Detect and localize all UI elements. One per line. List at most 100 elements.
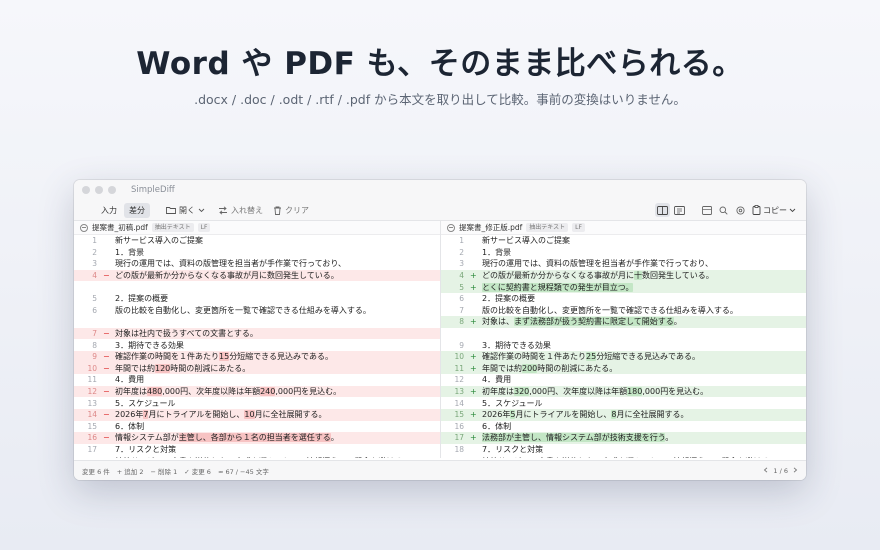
line-number: 1 xyxy=(92,236,97,246)
text-segment: 。 xyxy=(673,317,682,327)
diff-line: 3 現行の運用では、資料の版管理を担当者が手作業で行っており、 xyxy=(74,258,440,270)
text-segment: 確認作業の時間を１件あたり xyxy=(482,352,586,362)
text-segment: 情報システム部が xyxy=(115,433,179,443)
zoom-window-button[interactable] xyxy=(108,186,116,194)
diff-marker: + xyxy=(470,433,477,443)
mode-input-tab[interactable]: 入力 xyxy=(96,203,122,218)
page-indicator: 1 / 6 xyxy=(773,466,788,475)
clear-button[interactable]: クリア xyxy=(273,205,309,216)
diff-line: 13 5．スケジュール xyxy=(74,397,440,409)
line-text: 版の比較を自動化し、変更箇所を一覧で確認できる仕組みを導入する。 xyxy=(482,305,738,316)
line-text: 2．提案の概要 xyxy=(482,293,535,304)
changed-text: 320 xyxy=(514,387,530,397)
line-text: 対象は、まず法務部が扱う契約書に限定して開始する。 xyxy=(482,316,682,327)
prev-change-icon[interactable] xyxy=(763,466,769,475)
line-number: 11 xyxy=(87,375,97,385)
line-number: 18 xyxy=(74,457,103,458)
right-filename: 提案書_修正版.pdf xyxy=(459,223,523,232)
gear-icon xyxy=(736,205,745,215)
text-segment: 2026年 xyxy=(482,410,511,420)
text-segment: 版の比較を自動化し、変更箇所を一覧で確認できる仕組みを導入する。 xyxy=(482,305,738,315)
line-text: 3．期待できる効果 xyxy=(482,340,551,351)
folder-icon xyxy=(166,207,176,214)
diff-line: 12 4．費用 xyxy=(441,374,806,386)
text-segment: 分短縮できる見込みである。 xyxy=(596,352,700,362)
diff-line: 8 + 対象は、まず法務部が扱う契約書に限定して開始する。 xyxy=(441,316,806,328)
line-number: 1 xyxy=(459,236,464,246)
changed-text: 10 xyxy=(244,410,255,420)
line-text: 2026年5月にトライアルを開始し、8月に全社展開する。 xyxy=(482,409,688,420)
search-button[interactable] xyxy=(716,203,731,217)
chevron-down-icon xyxy=(198,208,205,212)
changed-text: 480 xyxy=(147,387,163,397)
copy-button[interactable]: コピー xyxy=(752,205,798,216)
mode-diff-tab[interactable]: 差分 xyxy=(124,202,150,218)
left-pane-header: 提案書_初稿.pdf 抽出テキスト LF xyxy=(74,221,440,235)
diff-line: 16 6．体制 xyxy=(441,421,806,433)
text-segment: 対象は社内で扱うすべての文書とする。 xyxy=(115,329,258,339)
swap-button[interactable]: 入れ替え xyxy=(218,205,263,216)
text-segment: ,000円、次年度以降は年額 xyxy=(162,387,261,397)
line-number: 11 xyxy=(454,363,464,373)
line-text: 現行の運用では、資料の版管理を担当者が手作業で行っており、 xyxy=(482,258,713,269)
text-segment: 月にトライアルを開始し、 xyxy=(515,410,612,420)
line-text: 情報システム部が主管し、各部から１名の担当者を選任する。 xyxy=(115,432,339,443)
line-text: 6．体制 xyxy=(115,421,144,432)
minimize-window-button[interactable] xyxy=(95,186,103,194)
text-segment: 社外サービスの文書を送信しない方式を選ぶことで、情報漏えいの懸念を避ける xyxy=(482,457,769,458)
hero-subtitle: .docx / .doc / .odt / .rtf / .pdf から本文を取… xyxy=(194,92,686,107)
added-count: + 追加 2 xyxy=(116,467,144,476)
text-segment: 社外サービスの文書を送信しない方式を選ぶことで、情報漏えいの懸念を避ける xyxy=(115,457,402,458)
right-pane-header: 提案書_修正版.pdf 抽出テキスト LF xyxy=(441,221,806,235)
line-text: 初年度は480,000円、次年度以降は年額240,000円を見込む。 xyxy=(115,386,341,397)
char-count: ≈ 67 / −45 文字 xyxy=(217,467,269,476)
remove-file-icon[interactable] xyxy=(447,223,455,232)
diff-line: 14−2026年7月にトライアルを開始し、10月に全社展開する。 xyxy=(74,408,440,421)
text-segment: 新サービス導入のご提案 xyxy=(482,236,570,246)
line-number: 14 xyxy=(454,398,464,408)
right-pane: 提案書_修正版.pdf 抽出テキスト LF 1 新サービス導入のご提案 2 1．背景 3… xyxy=(440,221,806,458)
text-segment: 対象は、 xyxy=(482,317,514,327)
text-segment: ,000円を見込む。 xyxy=(275,387,342,397)
text-segment: ,000円、次年度以降は年額 xyxy=(529,387,628,397)
diff-marker: + xyxy=(470,363,477,373)
clipboard-icon xyxy=(752,205,761,215)
line-number: 3 xyxy=(92,259,97,269)
text-segment: 初年度は xyxy=(482,387,514,397)
text-segment: 新サービス導入のご提案 xyxy=(115,236,203,246)
line-number: 13 xyxy=(87,398,97,408)
side-by-side-view-button[interactable] xyxy=(655,203,670,217)
sidebar-toggle-button[interactable] xyxy=(699,203,714,217)
diff-marker: + xyxy=(470,410,477,420)
line-number: 9 xyxy=(459,340,464,350)
changed-text: 120 xyxy=(155,363,171,373)
deleted-count: − 削除 1 xyxy=(150,467,178,476)
text-segment: 月にトライアルを開始し、 xyxy=(148,410,245,420)
remove-file-icon[interactable] xyxy=(80,223,88,232)
diff-marker: − xyxy=(103,271,110,281)
line-ending-badge: LF xyxy=(572,223,585,232)
line-number: 10 xyxy=(87,363,97,373)
line-text: 版の比較を自動化し、変更箇所を一覧で確認できる仕組みを導入する。 xyxy=(115,305,371,316)
next-change-icon[interactable] xyxy=(792,466,798,475)
change-count: 変更 6 件 xyxy=(82,467,110,476)
text-segment: 現行の運用では、資料の版管理を担当者が手作業で行っており、 xyxy=(115,259,347,269)
extracted-text-badge: 抽出テキスト xyxy=(526,223,569,232)
text-segment: 確認作業の時間を１件あたり xyxy=(115,352,219,362)
settings-button[interactable] xyxy=(733,203,748,217)
text-segment: どの版が最新か分からなくなる事故が月に xyxy=(482,271,634,281)
chevron-down-icon xyxy=(789,208,796,212)
close-window-button[interactable] xyxy=(82,186,90,194)
diff-marker: + xyxy=(470,387,477,397)
line-number: 8 xyxy=(92,340,97,350)
text-segment: 2．提案の概要 xyxy=(115,294,169,304)
sidebar-icon xyxy=(701,205,712,215)
line-number: 19 xyxy=(441,457,470,458)
text-segment: 3．期待できる効果 xyxy=(115,340,184,350)
diff-marker: − xyxy=(103,363,110,373)
open-button[interactable]: 開く xyxy=(166,205,208,216)
diff-line: 10 + 確認作業の時間を１件あたり25分短縮できる見込みである。 xyxy=(441,350,806,363)
diff-marker: − xyxy=(103,352,110,362)
line-number: 7 xyxy=(92,329,97,339)
unified-view-button[interactable] xyxy=(672,203,687,217)
